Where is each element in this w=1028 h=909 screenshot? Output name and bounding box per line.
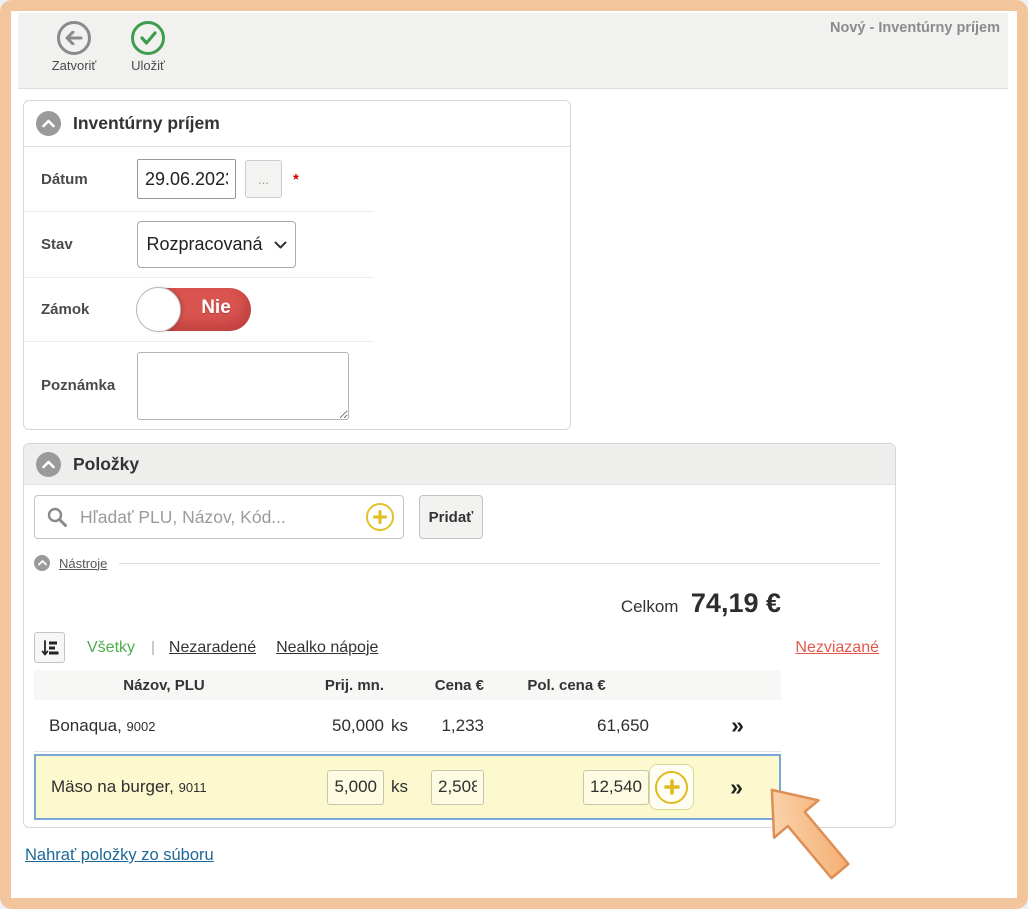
price-input[interactable] [431, 770, 484, 805]
collapse-chevron-icon[interactable] [36, 111, 61, 136]
items-title: Položky [73, 454, 139, 475]
quick-add-icon[interactable] [366, 503, 394, 531]
receipt-form-title: Inventúrny príjem [73, 113, 220, 134]
filter-soft-drinks[interactable]: Nealko nápoje [276, 639, 378, 657]
plus-icon [655, 771, 688, 804]
toggle-knob-icon [136, 287, 181, 332]
filter-row: Všetky | Nezaradené Nealko nápoje Nezvia… [34, 632, 879, 663]
table-header-row: Názov, PLU Prij. mn. Cena € Pol. cena € [34, 670, 781, 700]
search-row: Pridať [34, 495, 895, 539]
header-item-price: Pol. cena € [484, 677, 649, 694]
close-button-label: Zatvoriť [42, 58, 106, 73]
chevron-down-icon [274, 241, 287, 249]
tools-chevron-icon[interactable] [34, 555, 50, 571]
lock-label: Zámok [41, 301, 137, 318]
receipt-form-panel: Inventúrny príjem Dátum ... * Stav Rozpr… [23, 100, 571, 430]
item-name-text: Bonaqua, [49, 716, 122, 735]
total-value: 74,19 € [691, 588, 781, 618]
item-qty-cell [294, 770, 384, 805]
date-input[interactable] [137, 159, 236, 199]
item-unit: ks [384, 777, 429, 797]
item-unit: ks [384, 716, 429, 736]
items-panel: Položky Pridať Nástroje Celkom 74,19 € [23, 443, 896, 828]
status-value: Rozpracovaná [146, 234, 262, 255]
items-header: Položky [24, 444, 895, 485]
lock-toggle[interactable]: Nie [137, 288, 251, 331]
header-name: Názov, PLU [34, 677, 294, 694]
header-qty: Prij. mn. [294, 677, 384, 694]
save-button[interactable]: Uložiť [116, 21, 180, 73]
tools-divider [119, 563, 880, 564]
receipt-form-header: Inventúrny príjem [24, 101, 570, 147]
collapse-chevron-icon[interactable] [36, 452, 61, 477]
item-name: Mäso na burger, 9011 [36, 777, 294, 797]
date-label: Dátum [41, 171, 137, 188]
filter-all[interactable]: Všetky [87, 639, 135, 657]
add-item-button[interactable]: Pridať [419, 495, 483, 539]
item-name: Bonaqua, 9002 [34, 716, 294, 736]
sort-icon [41, 639, 59, 657]
required-marker: * [293, 171, 299, 188]
date-row: Dátum ... * [24, 147, 374, 212]
check-icon [131, 21, 165, 55]
note-row: Poznámka [24, 342, 374, 429]
close-button[interactable]: Zatvoriť [42, 21, 106, 73]
search-input[interactable] [78, 506, 366, 529]
note-textarea[interactable] [137, 352, 349, 420]
upload-items-link[interactable]: Nahrať položky zo súboru [25, 846, 214, 865]
plus-cell [649, 764, 694, 810]
items-table: Názov, PLU Prij. mn. Cena € Pol. cena € … [34, 670, 781, 820]
tools-row: Nástroje [34, 555, 880, 571]
add-row-button[interactable] [649, 764, 694, 810]
item-total-cell [484, 770, 649, 805]
filter-unlinked[interactable]: Nezviazané [795, 639, 879, 657]
toolbar: Zatvoriť Uložiť Nový - Inventúrny príjem [18, 13, 1008, 89]
item-name-text: Mäso na burger, [51, 777, 174, 796]
back-arrow-icon [57, 21, 91, 55]
tools-link[interactable]: Nástroje [59, 556, 107, 571]
item-qty: 50,000 [294, 716, 384, 736]
item-total-price: 61,650 [484, 716, 649, 736]
search-icon [46, 506, 68, 528]
note-label: Poznámka [41, 377, 137, 394]
save-button-label: Uložiť [116, 58, 180, 73]
total-row: Celkom 74,19 € [24, 587, 895, 619]
item-price-input[interactable] [583, 770, 649, 805]
item-price-cell [429, 770, 484, 805]
qty-input[interactable] [327, 770, 384, 805]
total-label: Celkom [621, 597, 679, 616]
status-label: Stav [41, 236, 137, 253]
header-price: Cena € [429, 677, 484, 694]
item-price: 1,233 [429, 716, 484, 736]
expand-row-icon[interactable]: » [694, 714, 781, 737]
status-select[interactable]: Rozpracovaná [137, 221, 296, 268]
lock-row: Zámok Nie [24, 278, 374, 342]
table-row: Bonaqua, 9002 50,000 ks 1,233 61,650 » [34, 700, 781, 752]
item-plu: 9002 [127, 719, 156, 734]
search-box [34, 495, 404, 539]
table-row-highlighted[interactable]: Mäso na burger, 9011 ks » [34, 754, 781, 820]
status-row: Stav Rozpracovaná [24, 212, 374, 278]
sort-button[interactable] [34, 632, 65, 663]
lock-toggle-value: Nie [185, 297, 247, 319]
date-picker-button[interactable]: ... [245, 160, 282, 198]
page-title: Nový - Inventúrny príjem [830, 20, 1000, 36]
item-plu: 9011 [179, 780, 207, 795]
expand-row-icon[interactable]: » [694, 776, 779, 799]
filter-uncategorized[interactable]: Nezaradené [169, 639, 256, 657]
filter-divider: | [151, 639, 155, 656]
